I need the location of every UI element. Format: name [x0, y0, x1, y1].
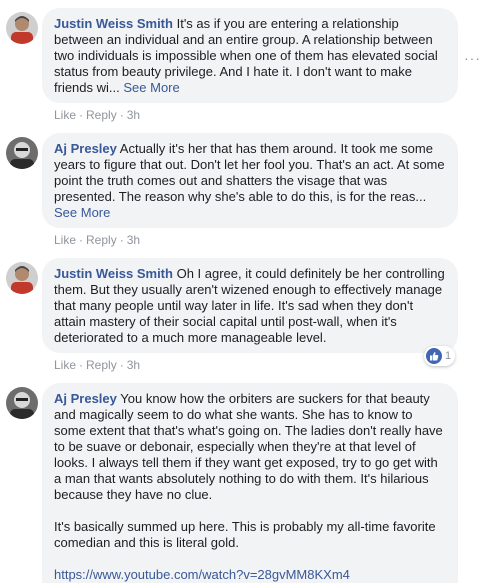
comment-author[interactable]: Justin Weiss Smith	[54, 16, 173, 31]
see-more-link[interactable]: See More	[123, 80, 179, 95]
comment-bubble: Aj Presley You know how the orbiters are…	[42, 383, 458, 583]
avatar[interactable]	[6, 387, 38, 419]
avatar[interactable]	[6, 137, 38, 169]
comment-text: You know how the orbiters are suckers fo…	[54, 391, 443, 502]
avatar[interactable]	[6, 262, 38, 294]
comment-actions: Like · Reply · 3h	[54, 108, 141, 122]
youtube-link[interactable]: https://www.youtube.com/watch?v=28gvMM8K…	[54, 567, 350, 582]
thumbs-up-icon	[426, 348, 442, 364]
comment-time[interactable]: 3h	[127, 108, 140, 122]
like-link[interactable]: Like	[54, 233, 76, 247]
comment-time[interactable]: 3h	[127, 233, 140, 247]
comment-author[interactable]: Aj Presley	[54, 391, 117, 406]
like-link[interactable]: Like	[54, 108, 76, 122]
reply-link[interactable]: Reply	[86, 233, 117, 247]
reaction-badge[interactable]: 1	[424, 346, 456, 366]
comment-time[interactable]: 3h	[127, 358, 140, 372]
comment-author[interactable]: Justin Weiss Smith	[54, 266, 173, 281]
avatar[interactable]	[6, 12, 38, 44]
see-more-link[interactable]: See More	[54, 205, 110, 220]
comment-text-paragraph: It's basically summed up here. This is p…	[54, 519, 436, 550]
comment-bubble: Justin Weiss Smith It's as if you are en…	[42, 8, 458, 103]
like-link[interactable]: Like	[54, 358, 76, 372]
comment-bubble: Justin Weiss Smith Oh I agree, it could …	[42, 258, 458, 353]
reaction-count: 1	[445, 350, 452, 362]
comment-author[interactable]: Aj Presley	[54, 141, 117, 156]
more-options-icon[interactable]: ···	[464, 50, 481, 66]
reply-link[interactable]: Reply	[86, 358, 117, 372]
reply-link[interactable]: Reply	[86, 108, 117, 122]
comment-actions: Like · Reply · 3h	[54, 358, 141, 372]
comment-actions: Like · Reply · 3h	[54, 233, 141, 247]
comment-bubble: Aj Presley Actually it's her that has th…	[42, 133, 458, 228]
